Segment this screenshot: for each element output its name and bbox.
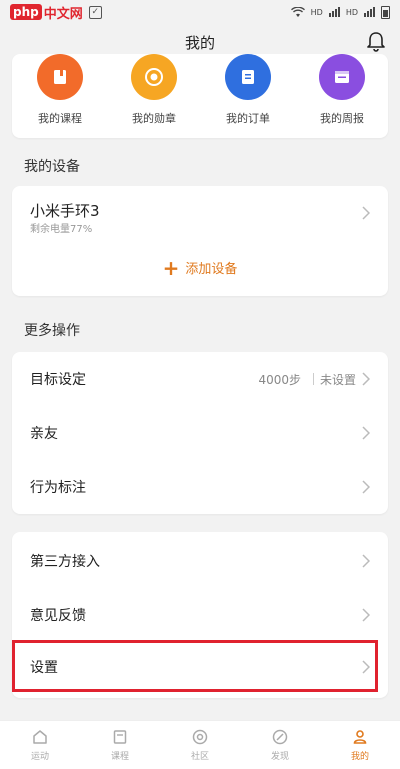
chevron-right-icon [362, 426, 370, 440]
tab-profile[interactable]: 我的 [320, 721, 400, 769]
section-title-devices: 我的设备 [24, 159, 80, 175]
course-tab-icon [113, 730, 127, 744]
chevron-right-icon [362, 608, 370, 622]
tab-label: 社区 [190, 752, 209, 762]
weekly-report-icon [319, 54, 365, 100]
order-icon [225, 54, 271, 100]
hd-label-icon: HD [345, 7, 358, 17]
home-icon [33, 730, 47, 744]
row-label: 目标设定 [30, 372, 86, 388]
wifi-icon [290, 6, 305, 17]
quick-item-label: 我的勋章 [132, 112, 176, 125]
chevron-right-icon [362, 372, 370, 386]
quick-item-label: 我的订单 [226, 112, 270, 125]
more-actions-card: 目标设定 4000步 未设置 亲友 行为标注 [12, 352, 388, 514]
row-label: 第三方接入 [30, 554, 100, 570]
watermark-text: 中文网 [43, 6, 83, 22]
quick-item-label: 我的课程 [38, 112, 82, 125]
row-label: 意见反馈 [30, 608, 86, 624]
tab-label: 发现 [270, 752, 289, 762]
checkbox-status-icon: ✓ [88, 5, 102, 19]
signal-icon [328, 7, 340, 17]
community-icon [192, 729, 208, 745]
row-label: 行为标注 [30, 480, 86, 496]
hd-label-icon: HD [310, 7, 323, 17]
row-label: 亲友 [30, 426, 58, 442]
behavior-annotation-row[interactable]: 行为标注 [12, 460, 388, 514]
goal-status: 未设置 [319, 372, 356, 387]
feedback-row[interactable]: 意见反馈 [12, 588, 388, 642]
profile-icon [353, 730, 367, 744]
quick-item-weekly[interactable]: 我的周报 [302, 54, 382, 126]
device-battery: 剩余电量77% [30, 224, 93, 235]
add-device-button[interactable]: + 添加设备 [12, 255, 388, 280]
bottom-tab-bar: 运动 课程 社区 发现 我的 [0, 720, 400, 769]
quick-item-order[interactable]: 我的订单 [208, 54, 288, 126]
goal-setting-row[interactable]: 目标设定 4000步 未设置 [12, 352, 388, 406]
discover-icon [272, 729, 288, 745]
tab-sport[interactable]: 运动 [0, 721, 80, 769]
quick-item-medal[interactable]: 我的勋章 [114, 54, 194, 126]
tab-discover[interactable]: 发现 [240, 721, 320, 769]
signal-icon [364, 7, 375, 17]
add-device-label: 添加设备 [185, 262, 238, 277]
friends-row[interactable]: 亲友 [12, 406, 388, 460]
tab-community[interactable]: 社区 [160, 721, 240, 769]
section-title-more: 更多操作 [24, 323, 80, 339]
quick-item-label: 我的周报 [320, 112, 364, 125]
divider [312, 373, 314, 385]
medal-icon [131, 54, 177, 100]
device-row[interactable]: 小米手环3 剩余电量77% [12, 186, 388, 246]
settings-highlight-box [12, 640, 378, 692]
page-title: 我的 [184, 33, 215, 52]
battery-icon [381, 5, 390, 19]
tab-label: 我的 [350, 752, 369, 762]
watermark-logo: php 中文网 [10, 3, 83, 22]
chevron-right-icon [362, 554, 370, 568]
chevron-right-icon [362, 480, 370, 494]
tab-course[interactable]: 课程 [80, 721, 160, 769]
quick-actions-card: 我的课程 我的勋章 我的订单 我的周报 [12, 54, 388, 138]
quick-item-course[interactable]: 我的课程 [20, 54, 100, 126]
tab-label: 课程 [110, 752, 129, 762]
tab-label: 运动 [30, 752, 49, 762]
chevron-right-icon [362, 206, 370, 220]
device-name: 小米手环3 [30, 202, 100, 220]
third-party-row[interactable]: 第三方接入 [12, 534, 388, 588]
plus-icon: + [162, 255, 180, 280]
watermark-badge: php [10, 4, 42, 20]
device-card: 小米手环3 剩余电量77% + 添加设备 [12, 186, 388, 296]
bell-icon[interactable] [364, 30, 388, 54]
course-icon [37, 54, 83, 100]
goal-steps-value: 4000步 [258, 372, 301, 387]
status-bar: php 中文网 ✓ HD HD [0, 0, 400, 24]
